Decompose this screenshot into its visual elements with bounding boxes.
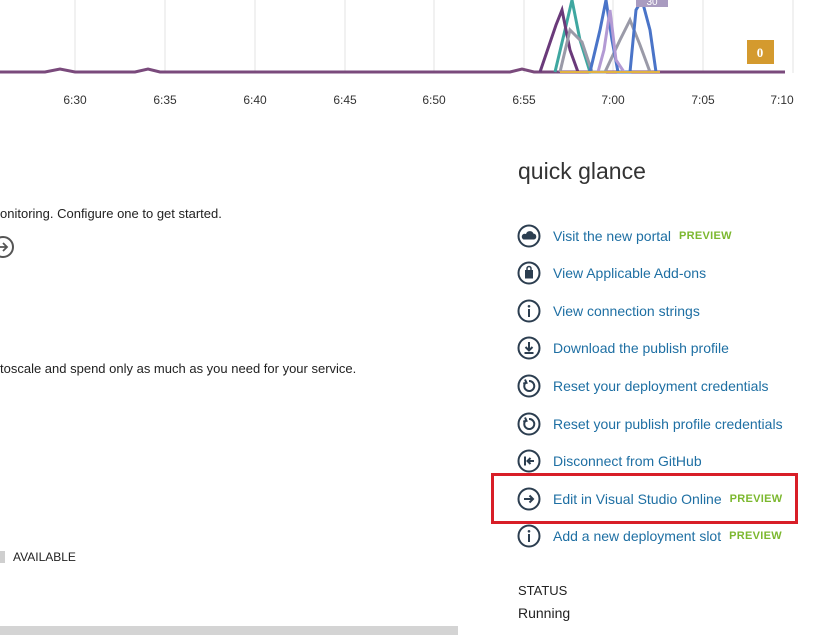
disconnect-github-link[interactable]: Disconnect from GitHub <box>517 449 702 473</box>
x-tick-label: 7:05 <box>691 93 715 107</box>
x-tick-label: 6:40 <box>243 93 267 107</box>
cloud-icon <box>517 224 541 248</box>
view-addons-link[interactable]: View Applicable Add-ons <box>517 261 706 285</box>
view-connection-strings-link[interactable]: View connection strings <box>517 299 700 323</box>
link-label[interactable]: Download the publish profile <box>553 340 729 356</box>
autoscale-message: toscale and spend only as much as you ne… <box>0 361 357 376</box>
status-value: Running <box>518 605 571 621</box>
reset-icon <box>517 412 541 436</box>
status-label: STATUS <box>518 583 568 598</box>
link-label[interactable]: Visit the new portal <box>553 228 671 244</box>
available-label: AVAILABLE <box>13 550 76 564</box>
shopping-bag-icon <box>517 261 541 285</box>
series-line <box>538 4 580 73</box>
reset-icon <box>517 374 541 398</box>
legend-swatch <box>0 551 5 563</box>
link-label[interactable]: Reset your publish profile credentials <box>553 416 783 432</box>
highlight-annotation <box>491 473 798 524</box>
info-icon <box>517 524 541 548</box>
reset-deployment-credentials-link[interactable]: Reset your deployment credentials <box>517 374 769 398</box>
link-label[interactable]: View connection strings <box>553 303 700 319</box>
reset-publish-profile-credentials-link[interactable]: Reset your publish profile credentials <box>517 412 783 436</box>
visit-new-portal-link[interactable]: Visit the new portal PREVIEW <box>517 224 732 248</box>
add-deployment-slot-link[interactable]: Add a new deployment slot PREVIEW <box>517 524 782 548</box>
x-tick-label: 7:00 <box>601 93 625 107</box>
arrow-right-icon[interactable] <box>0 236 14 258</box>
x-tick-label: 6:55 <box>512 93 536 107</box>
link-label[interactable]: Add a new deployment slot <box>553 528 721 544</box>
quick-glance-title: quick glance <box>518 158 646 184</box>
x-tick-label: 7:10 <box>770 93 794 107</box>
preview-badge: PREVIEW <box>679 230 732 242</box>
link-label[interactable]: Reset your deployment credentials <box>553 378 769 394</box>
preview-badge: PREVIEW <box>729 530 782 542</box>
chart-plot: 30 0 <box>0 0 794 74</box>
x-tick-label: 6:45 <box>333 93 357 107</box>
series-line <box>0 67 785 74</box>
marker-peak-label: 30 <box>646 0 658 8</box>
requests-chart: 30 0 6:30 6:35 6:40 6:45 6:50 6:55 7:00 … <box>0 0 815 112</box>
disconnect-icon <box>517 449 541 473</box>
x-tick-label: 6:50 <box>422 93 446 107</box>
usage-bar <box>0 626 458 635</box>
link-label[interactable]: View Applicable Add-ons <box>553 265 706 281</box>
link-label[interactable]: Disconnect from GitHub <box>553 453 702 469</box>
download-icon <box>517 336 541 360</box>
info-icon <box>517 299 541 323</box>
monitoring-message: onitoring. Configure one to get started. <box>0 206 222 221</box>
marker-current-label: 0 <box>757 45 764 60</box>
download-publish-profile-link[interactable]: Download the publish profile <box>517 336 729 360</box>
x-tick-label: 6:30 <box>63 93 87 107</box>
x-tick-label: 6:35 <box>153 93 177 107</box>
